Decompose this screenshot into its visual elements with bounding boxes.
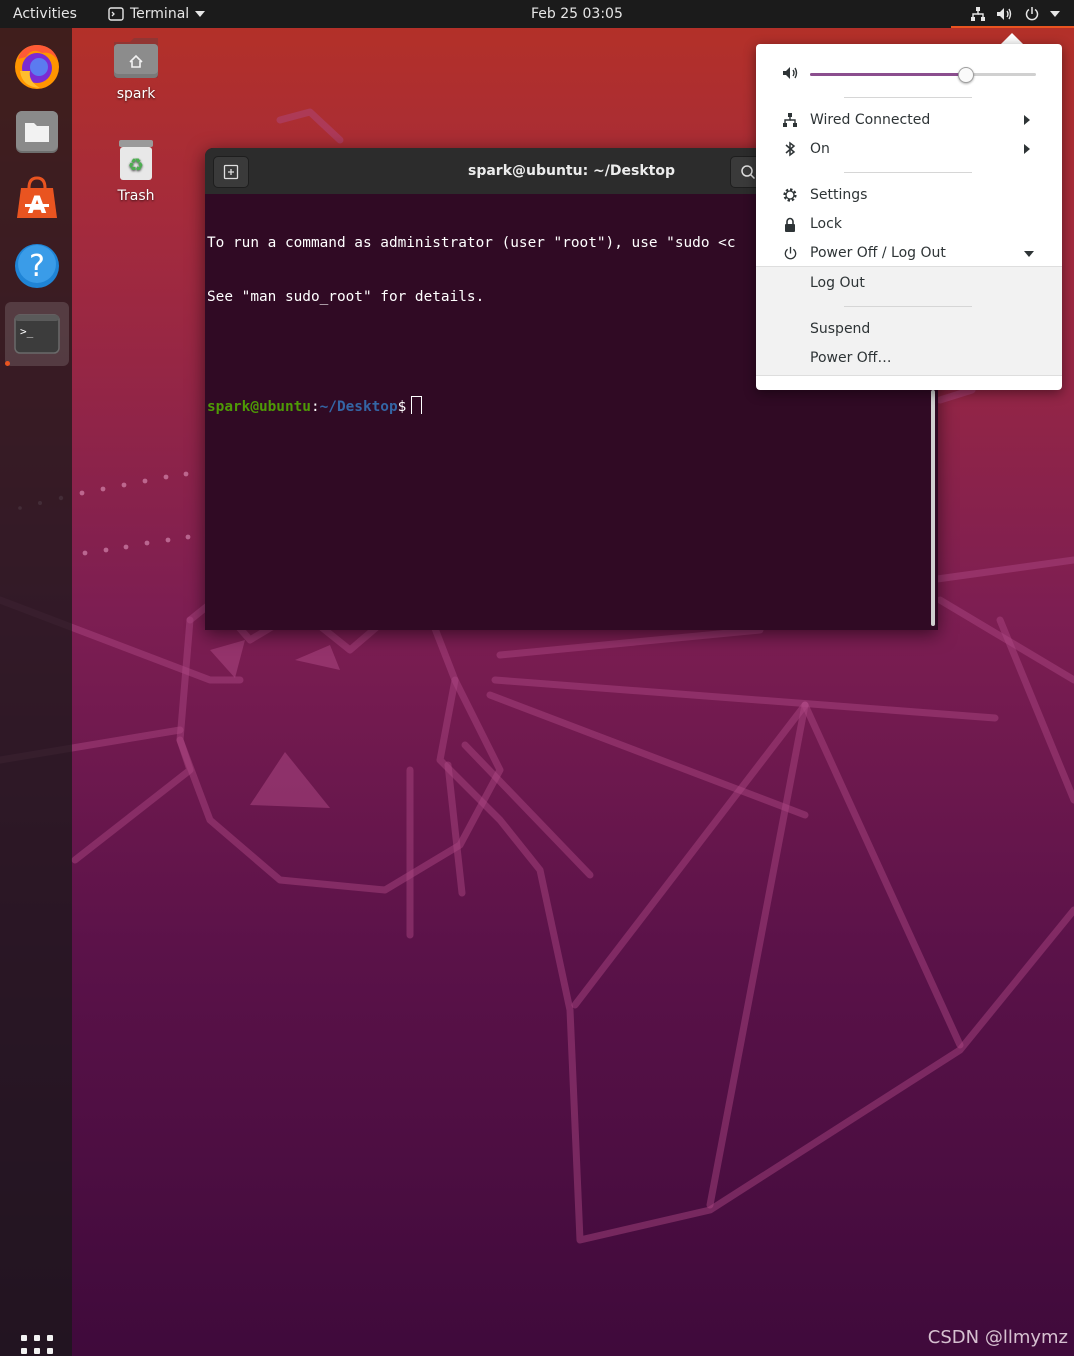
dock: A ? >_ bbox=[0, 28, 72, 1356]
chevron-down-icon bbox=[195, 11, 206, 17]
prompt-path: ~/Desktop bbox=[319, 399, 398, 414]
power-icon bbox=[784, 246, 796, 259]
submenu-arrow-icon bbox=[1024, 115, 1030, 125]
app-menu-button[interactable]: Terminal bbox=[108, 0, 206, 28]
search-icon bbox=[741, 165, 756, 180]
menu-item-label: On bbox=[810, 141, 830, 157]
terminal-scrollbar[interactable] bbox=[931, 390, 935, 626]
dock-help[interactable]: ? bbox=[5, 234, 69, 298]
menu-item-label: Wired Connected bbox=[810, 112, 931, 128]
tray-active-indicator bbox=[951, 26, 1074, 28]
clock[interactable]: Feb 25 03:05 bbox=[531, 0, 623, 28]
app-menu-label: Terminal bbox=[130, 6, 190, 22]
dock-firefox[interactable] bbox=[5, 34, 69, 98]
chevron-down-icon bbox=[1050, 11, 1060, 17]
gear-icon bbox=[783, 188, 797, 202]
system-tray[interactable] bbox=[970, 0, 1060, 28]
volume-icon bbox=[783, 67, 798, 79]
desktop-trash[interactable]: ♻ Trash bbox=[91, 138, 181, 204]
prompt-user: spark@ubuntu bbox=[207, 399, 311, 414]
menu-separator bbox=[844, 306, 972, 307]
expand-arrow-icon bbox=[1024, 251, 1034, 257]
volume-slider-handle[interactable] bbox=[957, 67, 974, 83]
svg-text:♻: ♻ bbox=[128, 155, 144, 176]
menu-item-wired[interactable]: Wired Connected bbox=[756, 106, 1062, 134]
dock-software[interactable]: A bbox=[5, 166, 69, 230]
submenu-arrow-icon bbox=[1024, 144, 1030, 154]
new-tab-icon bbox=[223, 164, 239, 180]
desktop-icon-label: spark bbox=[116, 86, 156, 102]
volume-icon bbox=[997, 8, 1012, 20]
menu-item-label: Suspend bbox=[810, 321, 871, 337]
lock-icon bbox=[785, 217, 795, 232]
menu-item-label: Settings bbox=[810, 187, 868, 203]
files-icon bbox=[16, 111, 58, 153]
network-wired-icon bbox=[971, 7, 985, 21]
new-tab-button[interactable] bbox=[213, 156, 249, 188]
desktop-screen: Activities Terminal Feb 25 03:05 A ? >_ … bbox=[0, 0, 1074, 1356]
menu-item-log-out[interactable]: Log Out bbox=[756, 269, 1062, 297]
network-wired-icon bbox=[783, 113, 797, 127]
activities-button[interactable]: Activities bbox=[13, 0, 77, 28]
software-icon: A bbox=[17, 176, 57, 219]
menu-item-label: Lock bbox=[810, 216, 842, 232]
menu-separator bbox=[844, 172, 972, 173]
show-applications-icon[interactable] bbox=[19, 1333, 55, 1356]
terminal-icon: >_ bbox=[14, 314, 60, 354]
svg-text:>_: >_ bbox=[20, 325, 34, 338]
menu-item-label: Power Off… bbox=[810, 350, 892, 366]
power-icon bbox=[1025, 7, 1039, 21]
home-folder-icon bbox=[114, 38, 158, 78]
volume-slider-fill bbox=[810, 73, 966, 76]
prompt-separator: : bbox=[310, 399, 320, 414]
terminal-cursor bbox=[411, 396, 423, 414]
desktop-icon-label: Trash bbox=[117, 188, 155, 204]
terminal-prompt[interactable]: spark@ubuntu:~/Desktop$ bbox=[207, 396, 927, 414]
system-menu: Wired Connected On Settings Lock Power O… bbox=[756, 44, 1062, 390]
firefox-icon bbox=[15, 45, 59, 89]
menu-item-power-off-log-out[interactable]: Power Off / Log Out bbox=[756, 239, 1062, 267]
menu-item-settings[interactable]: Settings bbox=[756, 181, 1062, 209]
svg-text:?: ? bbox=[29, 249, 45, 284]
watermark: CSDN @llmymz bbox=[927, 1327, 1068, 1348]
terminal-small-icon bbox=[108, 7, 124, 21]
menu-item-label: Log Out bbox=[810, 275, 865, 291]
desktop-home-folder[interactable]: spark bbox=[91, 36, 181, 102]
menu-item-power-off[interactable]: Power Off… bbox=[756, 344, 1062, 372]
menu-separator bbox=[844, 97, 972, 98]
dock-terminal[interactable]: >_ bbox=[5, 302, 69, 366]
top-bar: Activities Terminal Feb 25 03:05 bbox=[0, 0, 1074, 28]
prompt-symbol: $ bbox=[397, 399, 407, 414]
running-indicator bbox=[5, 361, 10, 366]
trash-icon: ♻ bbox=[119, 140, 153, 180]
bluetooth-icon bbox=[785, 141, 796, 157]
dock-files[interactable] bbox=[5, 100, 69, 164]
menu-item-bluetooth[interactable]: On bbox=[756, 135, 1062, 163]
volume-row bbox=[756, 58, 1062, 88]
help-icon: ? bbox=[15, 244, 59, 288]
menu-item-label: Power Off / Log Out bbox=[810, 245, 946, 261]
menu-item-suspend[interactable]: Suspend bbox=[756, 315, 1062, 343]
menu-item-lock[interactable]: Lock bbox=[756, 210, 1062, 238]
